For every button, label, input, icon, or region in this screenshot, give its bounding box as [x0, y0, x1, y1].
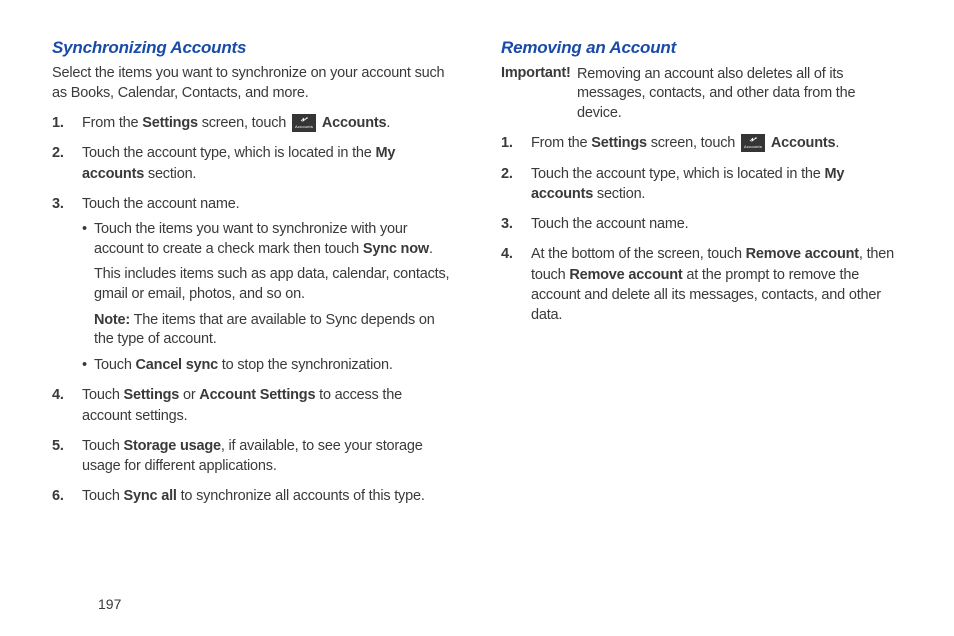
- step-item: 3.Touch the account name.Touch the items…: [82, 194, 453, 375]
- step-number: 2.: [501, 164, 513, 184]
- step-item: 5.Touch Storage usage, if available, to …: [82, 436, 453, 477]
- step-number: 2.: [52, 143, 64, 163]
- bullet-item: Touch the items you want to synchronize …: [82, 220, 453, 349]
- step-number: 4.: [52, 385, 64, 405]
- remove-account-heading: Removing an Account: [501, 38, 902, 58]
- step-item: 6.Touch Sync all to synchronize all acco…: [82, 486, 453, 506]
- bullet-note: Note: The items that are available to Sy…: [94, 311, 453, 350]
- step-text: Touch the account name.: [531, 216, 688, 232]
- step-number: 1.: [501, 133, 513, 153]
- sync-accounts-heading: Synchronizing Accounts: [52, 38, 453, 58]
- step-item: 2.Touch the account type, which is locat…: [531, 164, 902, 205]
- step-number: 3.: [52, 194, 64, 214]
- step-item: 1.From the Settings screen, touch Accoun…: [531, 133, 902, 153]
- bullet-sub-text: This includes items such as app data, ca…: [94, 265, 453, 304]
- step-item: 1.From the Settings screen, touch Accoun…: [82, 113, 453, 133]
- remove-steps: 1. From the Settings screen, touch Accoun…: [501, 133, 902, 325]
- step-number: 3.: [501, 214, 513, 234]
- step-item: 2.Touch the account type, which is locat…: [82, 143, 453, 184]
- step-text: Touch the account type, which is located…: [531, 166, 844, 202]
- step-number: 1.: [52, 113, 64, 133]
- step-text: Touch Storage usage, if available, to se…: [82, 438, 423, 474]
- sub-bullets: Touch the items you want to synchronize …: [82, 220, 453, 375]
- step-text: At the bottom of the screen, touch Remov…: [531, 246, 894, 323]
- step-text: Touch Sync all to synchronize all accoun…: [82, 488, 425, 504]
- step-text: Touch Settings or Account Settings to ac…: [82, 387, 402, 423]
- columns: Synchronizing Accounts Select the items …: [52, 38, 902, 517]
- step-text: From the Settings screen, touch Accounts…: [531, 135, 839, 151]
- step-number: 4.: [501, 244, 513, 264]
- left-column: Synchronizing Accounts Select the items …: [52, 38, 453, 517]
- sync-intro: Select the items you want to synchronize…: [52, 64, 453, 103]
- right-column: Removing an Account Important! Removing …: [501, 38, 902, 517]
- important-box: Important! Removing an account also dele…: [501, 64, 902, 123]
- step-text: From the Settings screen, touch Accounts…: [82, 115, 390, 131]
- step-number: 5.: [52, 436, 64, 456]
- accounts-icon: Accounts: [741, 134, 765, 152]
- step-text: Touch the account type, which is located…: [82, 145, 395, 181]
- step-item: 4.At the bottom of the screen, touch Rem…: [531, 244, 902, 325]
- bullet-item: Touch Cancel sync to stop the synchroniz…: [82, 356, 453, 376]
- step-item: 3.Touch the account name.: [531, 214, 902, 234]
- step-text: Touch the account name.: [82, 196, 239, 212]
- sync-steps: 1. From the Settings screen, touch Accoun…: [52, 113, 453, 507]
- accounts-icon: Accounts: [292, 114, 316, 132]
- page-number: 197: [98, 596, 121, 612]
- step-number: 6.: [52, 486, 64, 506]
- important-label: Important!: [501, 65, 571, 81]
- step-item: 4.Touch Settings or Account Settings to …: [82, 385, 453, 426]
